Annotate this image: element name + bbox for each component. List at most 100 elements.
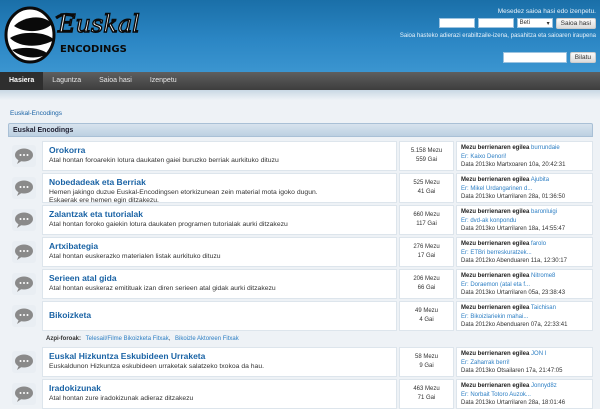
forum-info: Bikoizketa (42, 301, 397, 331)
last-post-user[interactable]: burrundaie (531, 145, 560, 151)
forum-row: Serieen atal gida Atal hontan euskeraz e… (8, 269, 593, 299)
message-count: 49 Mezu (414, 308, 438, 314)
forum-title[interactable]: Orokorra (49, 145, 390, 155)
last-post-date: Data 2013ko Urtarrilaren 18a, 14:55:47 (461, 226, 566, 233)
chevron-down-icon: ▾ (546, 20, 550, 27)
message-count: 276 Mezu (413, 244, 440, 250)
forum-title[interactable]: Artxibategia (49, 241, 390, 251)
last-post-link[interactable]: Er: dvd-ak konpondu (461, 217, 588, 226)
subforums-row: Azpi-foroak: Telesail/Filme Bikoizketa F… (46, 336, 239, 342)
last-post-user[interactable]: Nitrome8 (531, 273, 555, 279)
last-post-label: Mezu berrienaren egilea (461, 145, 530, 151)
message-count: 463 Mezu (413, 386, 440, 392)
password-field[interactable] (477, 18, 514, 28)
forum-description-line2: Eskaerak ere hemen egin ditzakezu. (49, 197, 159, 204)
forum-stats: 463 Mezu 71 Gai (399, 379, 454, 409)
forum-stats: 58 Mezu 9 Gai (399, 347, 454, 377)
last-post-date: Data 2013ko Urtarrilaren 28a, 01:36:50 (461, 194, 566, 201)
search-button[interactable]: Bilatu (569, 52, 596, 63)
forum-stats: 525 Mezu 41 Gai (399, 173, 454, 203)
category-header[interactable]: Euskal Encodings (8, 123, 593, 137)
login-fields: Beti ▾ Saioa hasi (400, 18, 596, 29)
last-post-link[interactable]: Er: Mikel Urdangarinen d... (461, 185, 588, 194)
last-post-link[interactable]: Er: Zaharrak berri! (461, 359, 588, 368)
login-instructions: Saioa hasteko adierazi erabiltzaile-izen… (399, 33, 596, 39)
last-post-link[interactable]: Er: Kaixo Denori! (461, 153, 588, 162)
last-post-user[interactable]: JON I (531, 351, 546, 357)
last-post-label: Mezu berrienaren egilea (461, 177, 530, 183)
euskal-encodings-logo[interactable]: Euskal ENCODINGS (4, 2, 179, 68)
message-count: 660 Mezu (413, 212, 440, 218)
forum-stats: 660 Mezu 117 Gai (399, 205, 454, 235)
forum-row: Bikoizketa 49 Mezu 4 Gai Mezu berrienare… (8, 301, 593, 331)
forum-info: Zalantzak eta tutorialak Atal hontan for… (42, 205, 397, 235)
site-header: Euskal ENCODINGS Mesedez saioa hasi edo … (0, 0, 600, 72)
message-count: 206 Mezu (413, 276, 440, 282)
forum-description-line1: Hemen jakingo duzue Euskal-Encodingsen e… (49, 189, 318, 196)
forum-title[interactable]: Bikoizketa (49, 310, 390, 320)
forum-title[interactable]: Nobedadeak eta Berriak (49, 177, 390, 187)
forum-info: Iradokizunak Atal hontan zure iradokizun… (42, 379, 397, 409)
forum-info: Serieen atal gida Atal hontan euskeraz e… (42, 269, 397, 299)
forum-description: Atal hontan euskeraz emitituak izan dire… (49, 285, 276, 292)
forum-row: Nobedadeak eta Berriak Hemen jakingo duz… (8, 173, 593, 205)
forum-row: Zalantzak eta tutorialak Atal hontan for… (8, 205, 593, 235)
login-button[interactable]: Saioa hasi (555, 18, 596, 29)
forum-list: Orokorra Atal hontan foroarekin lotura d… (8, 141, 593, 409)
svg-text:Euskal: Euskal (57, 10, 140, 38)
last-post-label: Mezu berrienaren egilea (461, 241, 530, 247)
last-post-link[interactable]: Er: Bikoizlariekin mahai... (461, 313, 588, 322)
last-post-user[interactable]: farolo (531, 241, 546, 247)
forum-title[interactable]: Zalantzak eta tutorialak (49, 209, 390, 219)
forum-title[interactable]: Serieen atal gida (49, 273, 390, 283)
last-post: Mezu berrienaren egilea farolo Er: ETBri… (456, 237, 593, 267)
forum-description: Atal hontan euskerazko materialen listak… (49, 253, 221, 260)
search-input[interactable] (502, 52, 567, 63)
forum-info: Artxibategia Atal hontan euskerazko mate… (42, 237, 397, 267)
forum-row: Artxibategia Atal hontan euskerazko mate… (8, 237, 593, 267)
nav-item-register[interactable]: Izenpetu (141, 72, 186, 90)
last-post-link[interactable]: Er: Norbait Totoro Auzok... (461, 391, 588, 400)
main-nav: Hasiera Laguntza Saioa hasi Izenpetu (0, 72, 600, 90)
forum-stats: 49 Mezu 4 Gai (399, 301, 454, 331)
last-post-date: Data 2013ko Urtarrilaren 05a, 23:38:43 (461, 290, 566, 297)
breadcrumb[interactable]: Euskal-Encodings (10, 110, 62, 117)
speech-bubble-icon (12, 145, 36, 167)
speech-bubble-icon (12, 209, 36, 231)
last-post-user[interactable]: Ajubita (531, 177, 549, 183)
last-post: Mezu berrienaren egilea JON I Er: Zaharr… (456, 347, 593, 377)
last-post: Mezu berrienaren egilea burrundaie Er: K… (456, 141, 593, 171)
forum-info: Nobedadeak eta Berriak Hemen jakingo duz… (42, 173, 397, 205)
subforum-link[interactable]: Telesail/Filme Bikoizketa Fitxak (86, 336, 169, 342)
nav-item-home[interactable]: Hasiera (0, 72, 44, 90)
nav-item-help[interactable]: Laguntza (43, 72, 90, 90)
last-post-user[interactable]: Jonnyd8z (531, 383, 557, 389)
forum-description: Hemen jakingo duzue Euskal-Encodingsen e… (49, 189, 390, 205)
nav-item-login[interactable]: Saioa hasi (90, 72, 141, 90)
last-post: Mezu berrienaren egilea Nitrome8 Er: Dor… (456, 269, 593, 299)
last-post: Mezu berrienaren egilea Jonnyd8z Er: Nor… (456, 379, 593, 409)
login-hint: Mesedez saioa hasi edo izenpetu. (497, 8, 596, 15)
last-post-date: Data 2012ko Abenduaren 07a, 22:33:41 (461, 322, 568, 329)
subforums-label: Azpi-foroak: (46, 336, 81, 342)
nav-shadow (0, 90, 600, 100)
last-post-date: Data 2013ko Otsailaren 17a, 21:47:05 (461, 368, 563, 375)
topic-count: 117 Gai (416, 221, 437, 227)
forum-info: Euskal Hizkuntza Eskubideen Urraketa Eus… (42, 347, 397, 377)
subforum-link[interactable]: Bikoizle Aktoreen Fitxak (175, 336, 239, 342)
topic-count: 66 Gai (417, 285, 436, 291)
username-field[interactable] (438, 18, 475, 28)
forum-title[interactable]: Euskal Hizkuntza Eskubideen Urraketa (49, 351, 390, 361)
search-bar: Bilatu (502, 52, 596, 63)
forum-description: Atal hontan foroko gaiekin lotura daukat… (49, 221, 288, 228)
last-post-date: Data 2013ko Martxoaren 10a, 20:42:31 (461, 162, 566, 169)
forum-title[interactable]: Iradokizunak (49, 383, 390, 393)
topic-count: 71 Gai (417, 395, 436, 401)
last-post-user[interactable]: baronluigi (531, 209, 557, 215)
last-post-link[interactable]: Er: ETBri berreskuratzek... (461, 249, 588, 258)
session-duration-value: Beti (519, 20, 530, 26)
topic-count: 17 Gai (417, 253, 436, 259)
last-post-user[interactable]: Taichisan (531, 305, 556, 311)
session-duration-select[interactable]: Beti ▾ (516, 18, 553, 28)
last-post-link[interactable]: Er: Doraemon (atal eta f... (461, 281, 588, 290)
